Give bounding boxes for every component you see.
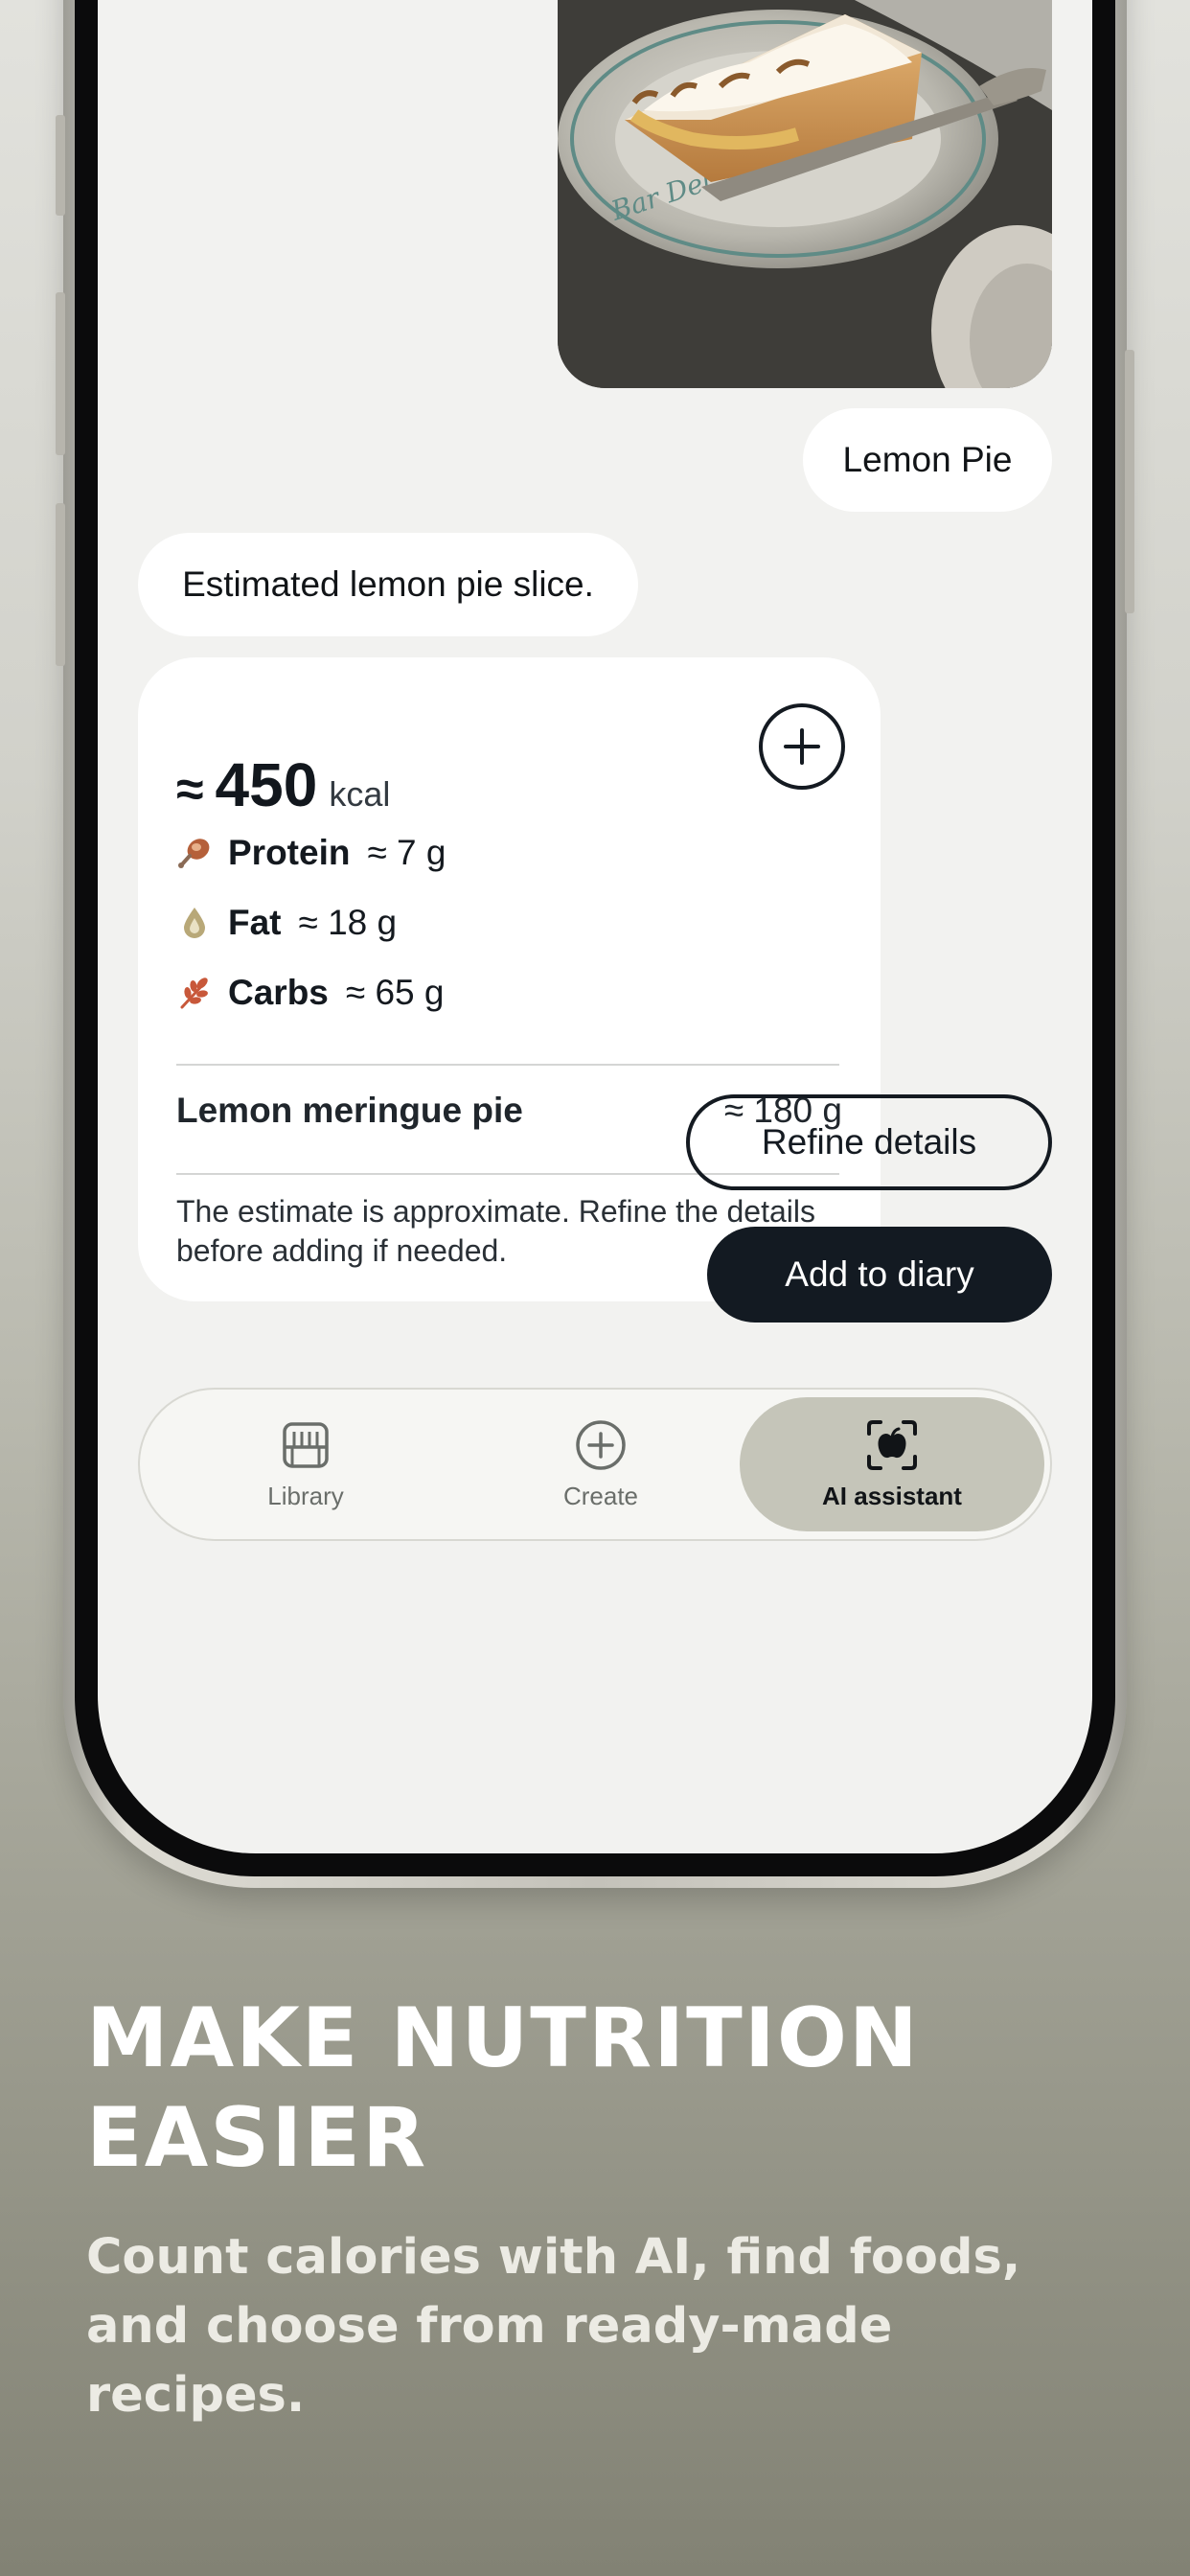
macro-protein-label: Protein (228, 833, 351, 872)
add-entry-button[interactable] (759, 703, 845, 790)
phone-action-button (56, 115, 65, 216)
assistant-message-bubble: Estimated lemon pie slice. (138, 533, 638, 636)
phone-volume-up-button (56, 292, 65, 455)
macro-fat: Fat ≈ 18 g (176, 903, 397, 943)
phone-volume-down-button (56, 503, 65, 666)
plus-icon (784, 728, 820, 765)
food-photo[interactable]: Bar Del (558, 0, 1052, 388)
nutrition-result-card: ≈ 450 kcal Protein ≈ 7 g Fat ≈ 18 g Carb… (138, 657, 881, 1301)
macro-carbs-value: ≈ 65 g (345, 973, 445, 1012)
calorie-value: 450 (215, 750, 318, 819)
user-message-bubble: Lemon Pie (803, 408, 1052, 512)
phone-power-button (1125, 350, 1134, 613)
app-screen: Bar Del Lemon Pie Estimated lemon pie sl… (98, 0, 1092, 1853)
tab-library[interactable]: Library (153, 1397, 458, 1531)
lemon-pie-photo-illustration: Bar Del (558, 0, 1052, 388)
calorie-summary: ≈ 450 kcal (176, 749, 390, 820)
tab-library-label: Library (267, 1481, 344, 1510)
camera-scan-icon (867, 1419, 917, 1470)
plus-circle-icon (576, 1419, 626, 1470)
calorie-unit: kcal (329, 774, 391, 814)
macro-protein: Protein ≈ 7 g (176, 833, 446, 873)
oil-drop-icon (176, 905, 213, 941)
tab-create-label: Create (562, 1481, 639, 1510)
tab-create[interactable]: Create (448, 1397, 753, 1531)
marketing-headline: MAKE NUTRITION EASIER (86, 1990, 920, 2186)
approx-symbol: ≈ (176, 762, 204, 817)
macro-fat-value: ≈ 18 g (298, 903, 398, 942)
tab-ai-assistant-label: AI assistant (822, 1481, 962, 1510)
card-divider (176, 1064, 839, 1066)
macro-carbs: Carbs ≈ 65 g (176, 973, 445, 1013)
assistant-message-text: Estimated lemon pie slice. (182, 564, 594, 604)
dishwasher-icon (283, 1421, 329, 1468)
food-item-name: Lemon meringue pie (176, 1091, 523, 1130)
tab-ai-assistant[interactable]: AI assistant (740, 1397, 1044, 1531)
macro-carbs-label: Carbs (228, 973, 329, 1012)
wheat-icon (176, 975, 213, 1011)
macro-protein-value: ≈ 7 g (367, 833, 446, 872)
add-to-diary-button[interactable]: Add to diary (707, 1227, 1052, 1322)
bottom-tab-bar: Library Create AI assistant (138, 1388, 1052, 1541)
marketing-subline: Count calories with AI, find foods, and … (86, 2229, 1021, 2424)
macro-fat-label: Fat (228, 903, 282, 942)
user-message-text: Lemon Pie (842, 440, 1013, 479)
drumstick-icon (176, 835, 213, 871)
refine-details-button[interactable]: Refine details (686, 1094, 1052, 1190)
